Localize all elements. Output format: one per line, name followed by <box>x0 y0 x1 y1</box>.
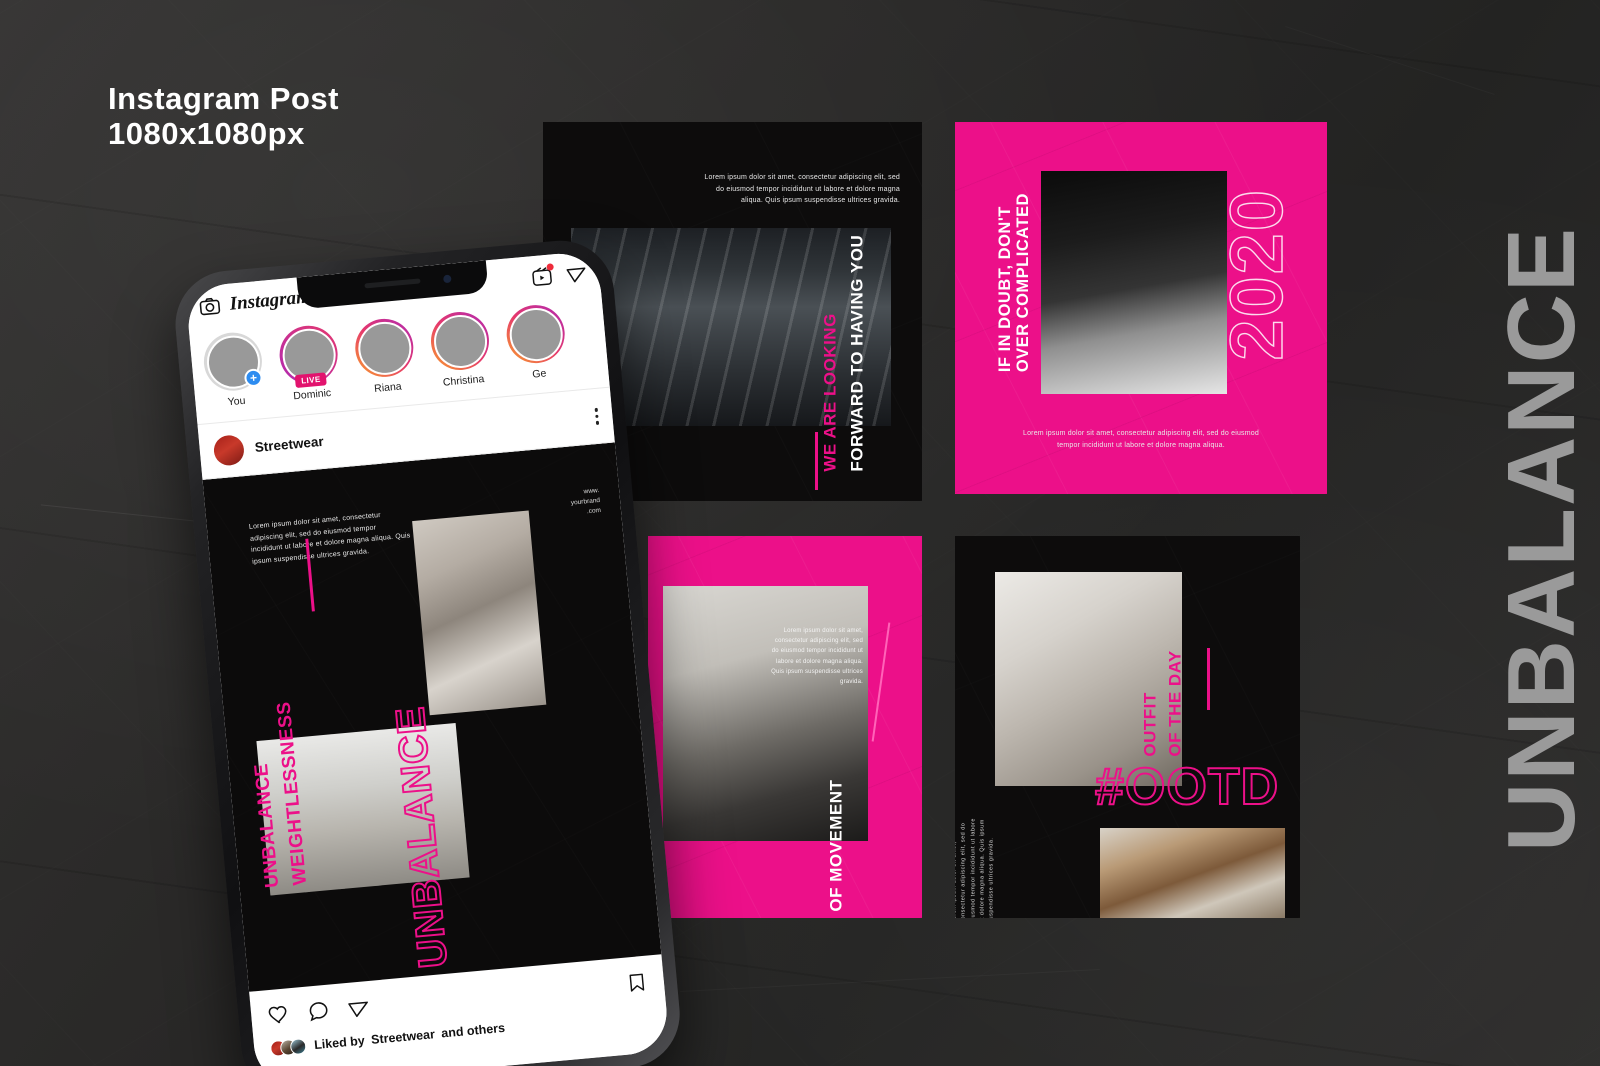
live-badge: LIVE <box>294 372 328 389</box>
post-headline-line-1: IF IN DOUBT, DON'T <box>995 206 1014 373</box>
story-label: Riana <box>373 380 403 395</box>
story-ring <box>504 302 568 366</box>
post-headline: OF MOVEMENT <box>826 779 846 912</box>
post-username[interactable]: Streetwear <box>254 434 324 455</box>
add-story-icon[interactable]: + <box>243 368 264 388</box>
front-camera <box>442 274 452 284</box>
story-label: You <box>227 394 246 409</box>
post-photo-person-walking <box>1041 171 1227 394</box>
liked-prefix: Liked by <box>313 1033 366 1053</box>
side-brand-word: UNBALANCE <box>1482 64 1600 1024</box>
story-label: Ge <box>531 367 547 381</box>
post-body-text: Lorem ipsum dolor sit amet, consectetur … <box>771 628 863 685</box>
feed-body-text: Lorem ipsum dolor sit amet, consectetur … <box>248 511 411 566</box>
story-item-riana[interactable]: Riana <box>351 316 421 409</box>
post-body-text: Lorem ipsum dolor sit amet, consectetur … <box>1023 430 1259 449</box>
feed-post-image[interactable]: Lorem ipsum dolor sit amet, consectetur … <box>202 442 664 1018</box>
side-brand-word-text: UNBALANCE <box>1488 226 1595 852</box>
post-body-text: Lorem ipsum dolor sit amet, consectetur … <box>704 174 900 205</box>
comment-icon[interactable] <box>306 999 331 1024</box>
post-card-if-in-doubt[interactable]: 2020 IF IN DOUBT, DON'T OVER COMPLICATED… <box>955 122 1327 494</box>
avatar[interactable] <box>212 433 246 467</box>
story-item-you[interactable]: + You <box>199 330 269 423</box>
page-title: Instagram Post 1080x1080px <box>108 81 339 151</box>
camera-icon[interactable] <box>198 295 222 319</box>
save-icon[interactable] <box>625 970 649 994</box>
avatar <box>289 1037 307 1056</box>
story-item-dominic[interactable]: LIVE Dominic <box>275 323 345 416</box>
story-item-ge[interactable]: Ge <box>502 302 572 395</box>
story-item-christina[interactable]: Christina <box>426 309 496 402</box>
send-icon[interactable] <box>564 261 588 285</box>
igtv-icon[interactable] <box>531 262 554 288</box>
scratch-mark <box>680 969 1099 992</box>
post-body-text: Lorem ipsum dolor sit amet, consectetur … <box>955 818 995 918</box>
accent-rule-vertical <box>1207 648 1210 710</box>
post-headline-pink: WE ARE LOOKING <box>820 313 840 472</box>
like-icon[interactable] <box>266 1002 291 1027</box>
post-card-of-movement[interactable]: Lorem ipsum dolor sit amet, consectetur … <box>648 536 922 918</box>
story-label: Dominic <box>292 386 332 403</box>
story-ring <box>428 309 492 373</box>
feed-photo-workshop <box>412 510 547 716</box>
story-label: Christina <box>442 372 485 389</box>
post-year-outline: 2020 <box>1214 187 1298 361</box>
more-options-icon[interactable] <box>594 408 600 425</box>
liked-user[interactable]: Streetwear <box>371 1027 436 1047</box>
post-card-ootd[interactable]: OUTFIT OF THE DAY #OOTD Lorem ipsum dolo… <box>955 536 1300 918</box>
accent-rule-diagonal <box>871 622 890 742</box>
story-ring <box>352 316 416 380</box>
share-icon[interactable] <box>346 995 371 1020</box>
scratch-mark <box>1285 26 1495 95</box>
accent-rule-vertical <box>815 432 818 490</box>
post-photo-boots <box>1100 828 1285 918</box>
mockup-canvas: Instagram Post 1080x1080px UNBALANCE Lor… <box>0 0 1600 1066</box>
earpiece-speaker <box>364 278 421 289</box>
post-headline-line-2: OF THE DAY <box>1165 650 1185 757</box>
phone-mockup: Instagram + You LIVE Dominic Riana Chris… <box>170 236 685 1066</box>
title-line-1: Instagram Post <box>108 81 339 116</box>
post-headline-line-2: OVER COMPLICATED <box>1013 193 1032 373</box>
post-hashtag: #OOTD <box>1094 758 1280 816</box>
notification-dot <box>546 262 554 271</box>
title-line-2: 1080x1080px <box>108 115 305 151</box>
liked-suffix: and others <box>440 1020 506 1041</box>
post-headline-white: FORWARD TO HAVING YOU <box>847 235 867 472</box>
post-headline-line-1: OUTFIT <box>1140 692 1160 757</box>
phone-screen: Instagram + You LIVE Dominic Riana Chris… <box>185 250 671 1066</box>
